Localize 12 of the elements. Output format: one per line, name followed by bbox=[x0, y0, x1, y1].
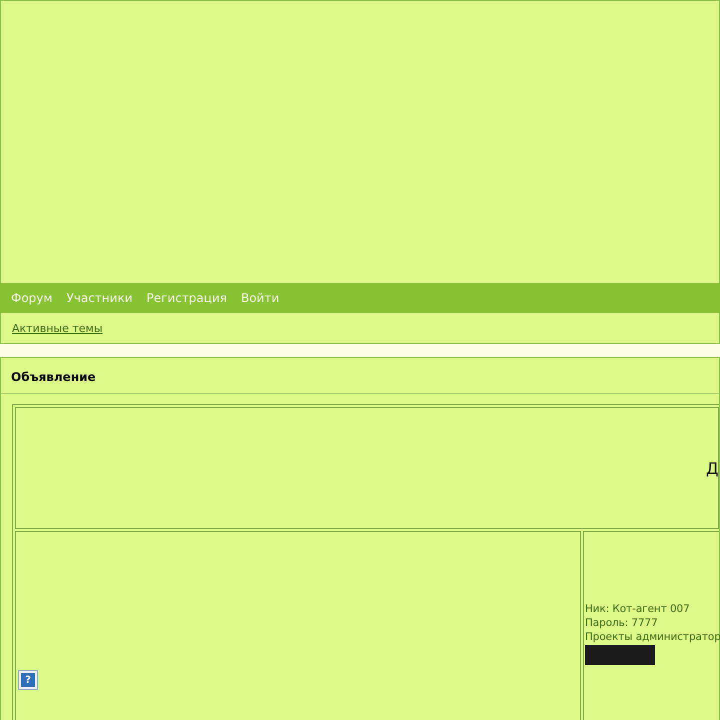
nav-link[interactable]: Войти bbox=[240, 291, 280, 305]
nav-link[interactable]: Участники bbox=[66, 291, 132, 305]
nav-link[interactable]: Регистрация bbox=[146, 291, 227, 305]
info-line: Пароль: 7777 bbox=[585, 616, 659, 630]
active-topics-link[interactable]: Активные темы bbox=[12, 322, 103, 334]
nav-link[interactable]: Форум bbox=[11, 291, 52, 305]
announcement-title: Объявление bbox=[1, 358, 719, 394]
banner-image bbox=[585, 645, 655, 665]
help-icon[interactable]: ? bbox=[19, 671, 37, 689]
info-line: Ник: Кот-агент 007 bbox=[585, 602, 691, 616]
info-line: Проекты администратор bbox=[585, 630, 719, 644]
announcement-text: Д bbox=[706, 458, 718, 478]
